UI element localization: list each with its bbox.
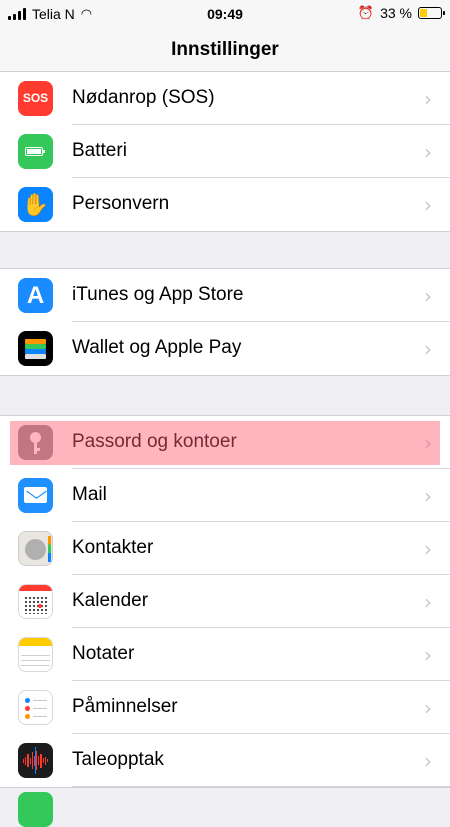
settings-group-3: Passord og kontoer › Mail › Kontakter › … (0, 415, 450, 788)
chevron-right-icon: › (424, 643, 432, 667)
settings-item-label: Personvern (72, 193, 170, 214)
settings-item-label: iTunes og App Store (72, 284, 244, 305)
chevron-right-icon: › (424, 749, 432, 773)
settings-item-label: Kontakter (72, 537, 154, 558)
settings-item-label: Wallet og Apple Pay (72, 337, 242, 358)
settings-group-2: A iTunes og App Store › Wallet og Apple … (0, 268, 450, 376)
partial-next-item-icon (18, 792, 53, 827)
battery-percent: 33 % (380, 5, 412, 21)
battery-status-icon (418, 7, 445, 19)
chevron-right-icon: › (424, 537, 432, 561)
chevron-right-icon: › (424, 337, 432, 361)
battery-icon (18, 134, 53, 169)
chevron-right-icon: › (424, 484, 432, 508)
app-store-icon: A (18, 278, 53, 313)
key-icon (18, 425, 53, 460)
mail-icon (18, 478, 53, 513)
settings-item-wallet-apple-pay[interactable]: Wallet og Apple Pay › (0, 322, 450, 375)
page-title: Innstillinger (171, 39, 279, 60)
status-bar: Telia N ◠ 09:49 ⏰ 33 % (0, 0, 450, 28)
chevron-right-icon: › (424, 140, 432, 164)
settings-item-label: Mail (72, 484, 107, 505)
settings-item-label: Batteri (72, 140, 127, 161)
chevron-right-icon: › (424, 284, 432, 308)
settings-item-label: Kalender (72, 590, 149, 611)
settings-item-mail[interactable]: Mail › (0, 469, 450, 522)
reminders-icon (18, 690, 53, 725)
notes-icon (18, 637, 53, 672)
settings-item-reminders[interactable]: Påminnelser › (0, 681, 450, 734)
voice-memos-icon (18, 743, 53, 778)
settings-item-passwords-accounts[interactable]: Passord og kontoer › (0, 416, 450, 469)
chevron-right-icon: › (424, 193, 432, 217)
calendar-icon (18, 584, 53, 619)
settings-group-1: SOS Nødanrop (SOS) › Batteri › ✋ Personv… (0, 71, 450, 232)
settings-item-privacy[interactable]: ✋ Personvern › (0, 178, 450, 231)
chevron-right-icon: › (424, 590, 432, 614)
sos-icon: SOS (18, 81, 53, 116)
settings-item-emergency-sos[interactable]: SOS Nødanrop (SOS) › (0, 72, 450, 125)
settings-item-battery[interactable]: Batteri › (0, 125, 450, 178)
settings-item-itunes-app-store[interactable]: A iTunes og App Store › (0, 269, 450, 322)
settings-item-voice-memos[interactable]: Taleopptak › (0, 734, 450, 787)
status-right: ⏰ 33 % (357, 5, 445, 21)
settings-item-label: Påminnelser (72, 696, 178, 717)
hand-icon: ✋ (18, 187, 53, 222)
navigation-bar: Innstillinger (0, 28, 450, 76)
contacts-icon (18, 531, 53, 566)
settings-item-label: Taleopptak (72, 749, 164, 770)
settings-item-label: Notater (72, 643, 135, 664)
alarm-icon: ⏰ (357, 5, 375, 21)
chevron-right-icon: › (424, 87, 432, 111)
settings-item-notes[interactable]: Notater › (0, 628, 450, 681)
settings-item-label: Passord og kontoer (72, 431, 237, 452)
chevron-right-icon: › (424, 431, 432, 455)
wallet-icon (18, 331, 53, 366)
settings-item-label: Nødanrop (SOS) (72, 87, 215, 108)
chevron-right-icon: › (424, 696, 432, 720)
settings-item-calendar[interactable]: Kalender › (0, 575, 450, 628)
settings-item-contacts[interactable]: Kontakter › (0, 522, 450, 575)
